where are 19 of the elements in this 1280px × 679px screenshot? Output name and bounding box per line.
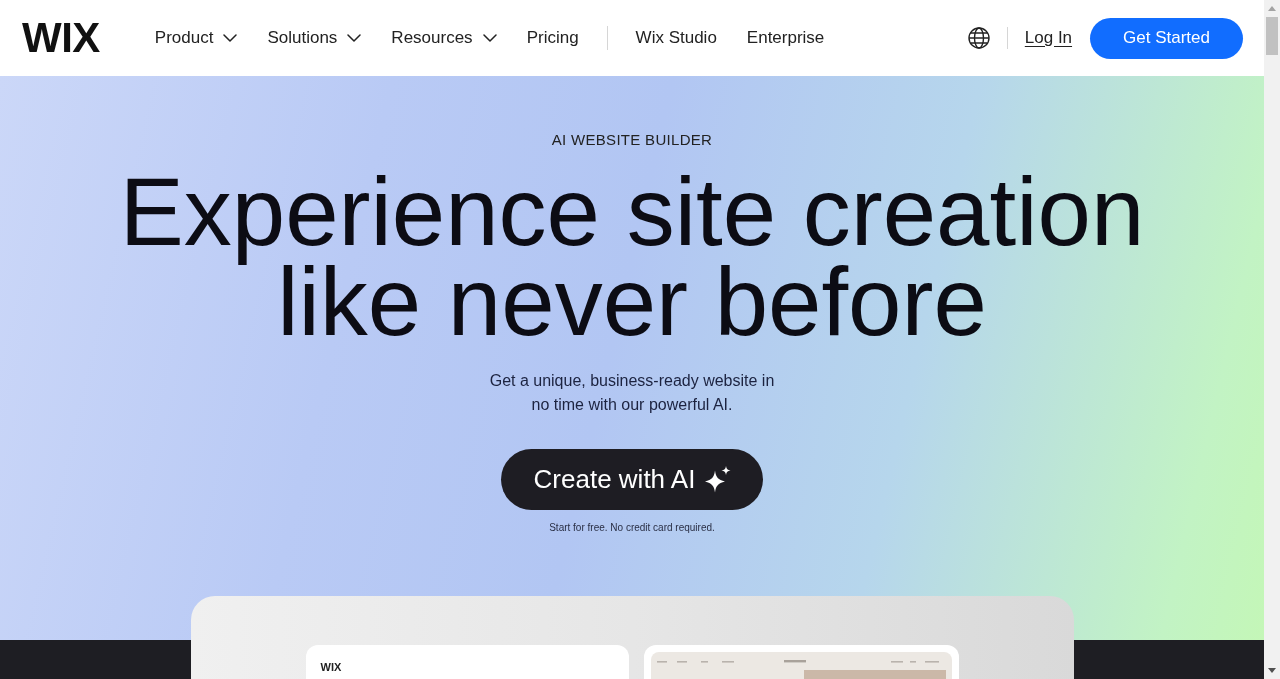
preview-logo: WIX (320, 661, 342, 673)
hero-heading: Experience site creation like never before (118, 167, 1146, 347)
globe-icon[interactable] (967, 27, 990, 49)
nav-link[interactable]: Pricing (526, 28, 579, 48)
scroll-thumb[interactable] (1266, 17, 1278, 55)
create-with-ai-button[interactable]: Create with AI (500, 449, 764, 510)
wix-logo[interactable]: WIX (22, 17, 100, 59)
login-link[interactable]: Log In (1024, 28, 1073, 48)
nav-menu-button[interactable]: Solutions (267, 28, 362, 48)
hero-description: Get a unique, business-ready website in no time with our powerful AI. (488, 371, 776, 415)
nav-link[interactable]: Wix Studio (635, 28, 717, 48)
scroll-down-icon[interactable] (1268, 668, 1276, 673)
get-started-button[interactable]: Get Started (1090, 17, 1243, 59)
section-label: AI WEBSITE BUILDER (551, 131, 713, 149)
nav-menu-button[interactable]: Resources (391, 28, 497, 48)
nav-link[interactable]: Enterprise (746, 28, 825, 48)
sparkle-icon (703, 466, 732, 493)
nav-menu-button[interactable]: Product (154, 28, 238, 48)
disclaimer-text: Start for free. No credit card required. (549, 521, 715, 534)
